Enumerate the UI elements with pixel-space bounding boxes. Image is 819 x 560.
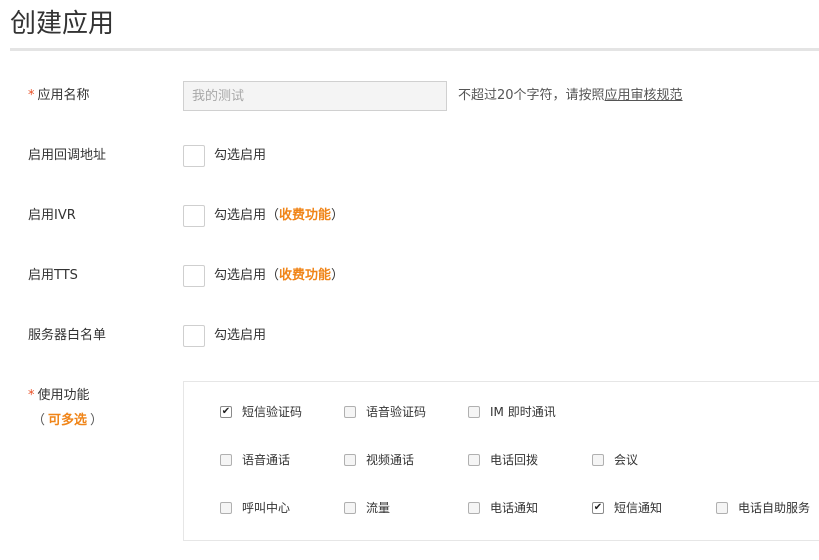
feature-option[interactable]: 电话回拨 bbox=[468, 451, 538, 468]
feature-option[interactable]: 流量 bbox=[344, 499, 390, 516]
feature-option[interactable]: 电话自助服务 bbox=[716, 499, 810, 516]
required-mark: * bbox=[28, 88, 35, 103]
whitelist-checkbox[interactable] bbox=[183, 325, 205, 347]
tts-label: 启用TTS bbox=[28, 268, 78, 283]
app-name-label: * 应用名称 bbox=[28, 87, 90, 105]
whitelist-check-text: 勾选启用 bbox=[214, 328, 267, 343]
feature-option-label: 电话通知 bbox=[490, 501, 539, 515]
feature-option-label: 短信通知 bbox=[614, 501, 663, 515]
feature-checkbox[interactable] bbox=[716, 501, 728, 514]
feature-option-label: IM 即时通讯 bbox=[490, 405, 556, 419]
callback-check-text: 勾选启用 bbox=[214, 148, 267, 163]
feature-option-label: 视频通话 bbox=[366, 453, 415, 467]
tts-checkbox[interactable] bbox=[183, 265, 205, 287]
feature-checkbox[interactable] bbox=[468, 405, 480, 418]
required-mark: * bbox=[28, 388, 35, 403]
feature-option-label: 会议 bbox=[614, 453, 639, 467]
feature-option-label: 电话自助服务 bbox=[738, 501, 811, 515]
ivr-check-label: 勾选启用 bbox=[214, 208, 267, 223]
feature-checkbox[interactable]: ✔ bbox=[592, 501, 604, 514]
ivr-label: 启用IVR bbox=[28, 208, 76, 223]
feature-option[interactable]: 语音验证码 bbox=[344, 403, 426, 420]
ivr-fee-badge: 收费功能 bbox=[279, 208, 332, 223]
feature-checkbox[interactable] bbox=[592, 453, 604, 466]
ivr-checkbox[interactable] bbox=[183, 205, 205, 227]
ivr-close-paren: ） bbox=[331, 208, 345, 223]
multi-open-paren: （ bbox=[32, 413, 46, 428]
feature-option[interactable]: 会议 bbox=[592, 451, 638, 468]
feature-option[interactable]: ✔ 短信验证码 bbox=[220, 403, 302, 420]
feature-option-label: 语音通话 bbox=[242, 453, 291, 467]
callback-label: 启用回调地址 bbox=[28, 148, 107, 163]
feature-option-label: 语音验证码 bbox=[366, 405, 427, 419]
ivr-check-text: 勾选启用（收费功能） bbox=[214, 207, 344, 225]
features-label-text: 使用功能 bbox=[37, 388, 90, 403]
feature-checkbox[interactable] bbox=[468, 501, 480, 514]
feature-checkbox[interactable] bbox=[220, 501, 232, 514]
feature-checkbox[interactable] bbox=[220, 453, 232, 466]
feature-checkbox[interactable] bbox=[468, 453, 480, 466]
feature-option-label: 短信验证码 bbox=[242, 405, 303, 419]
feature-checkbox[interactable] bbox=[344, 405, 356, 418]
feature-option-label: 电话回拨 bbox=[490, 453, 539, 467]
tts-check-label: 勾选启用 bbox=[214, 268, 267, 283]
feature-option[interactable]: 电话通知 bbox=[468, 499, 538, 516]
app-name-hint: 不超过20个字符，请按照应用审核规范 bbox=[458, 87, 683, 105]
feature-option[interactable]: IM 即时通讯 bbox=[468, 403, 556, 420]
tts-close-paren: ） bbox=[331, 268, 345, 283]
feature-option[interactable]: 呼叫中心 bbox=[220, 499, 290, 516]
feature-option-label: 流量 bbox=[366, 501, 391, 515]
multi-close-paren: ） bbox=[90, 413, 104, 428]
feature-option-label: 呼叫中心 bbox=[242, 501, 291, 515]
app-name-hint-text: 不超过20个字符，请按照 bbox=[458, 88, 605, 103]
page-title: 创建应用 bbox=[10, 9, 115, 39]
multi-select-hint: （可多选） bbox=[32, 412, 103, 430]
features-label: * 使用功能 bbox=[28, 387, 90, 405]
tts-check-text: 勾选启用（收费功能） bbox=[214, 267, 344, 285]
callback-checkbox[interactable] bbox=[183, 145, 205, 167]
app-name-label-text: 应用名称 bbox=[37, 88, 90, 103]
title-divider bbox=[10, 48, 819, 51]
feature-checkbox[interactable] bbox=[344, 501, 356, 514]
tts-fee-badge: 收费功能 bbox=[279, 268, 332, 283]
feature-option[interactable]: 语音通话 bbox=[220, 451, 290, 468]
feature-checkbox[interactable]: ✔ bbox=[220, 405, 232, 418]
feature-option[interactable]: 视频通话 bbox=[344, 451, 414, 468]
ivr-open-paren: （ bbox=[266, 208, 280, 223]
multi-select-text: 可多选 bbox=[48, 413, 88, 428]
tts-open-paren: （ bbox=[266, 268, 280, 283]
whitelist-label: 服务器白名单 bbox=[28, 328, 107, 343]
feature-checkbox[interactable] bbox=[344, 453, 356, 466]
app-name-input[interactable] bbox=[183, 81, 447, 111]
features-panel: ✔ 短信验证码 语音验证码 IM 即时通讯 语音通话 视频通话 电话回拨 会议 呼… bbox=[183, 381, 819, 541]
review-rules-link[interactable]: 应用审核规范 bbox=[605, 88, 683, 103]
feature-option[interactable]: ✔ 短信通知 bbox=[592, 499, 662, 516]
